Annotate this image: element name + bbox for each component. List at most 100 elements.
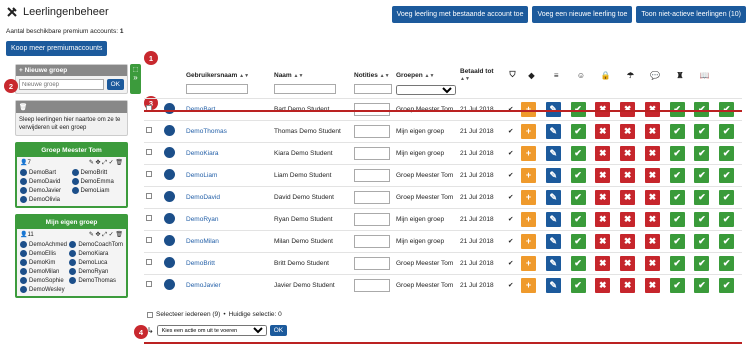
remove-button[interactable]: ✖ (620, 145, 636, 161)
add-button[interactable]: + (521, 101, 537, 117)
edit-button[interactable]: ✎ (545, 189, 561, 205)
remove-button[interactable]: ✖ (644, 277, 660, 293)
row-checkbox[interactable] (146, 171, 152, 177)
check-button[interactable]: ✔ (694, 145, 710, 161)
sidebar-toggle[interactable]: ⬚» (130, 64, 141, 94)
group-member[interactable]: DemoBart (20, 169, 72, 176)
check-button[interactable]: ✔ (669, 277, 685, 293)
group-member[interactable]: DemoJavier (20, 187, 72, 194)
remove-button[interactable]: ✖ (644, 145, 660, 161)
group-member[interactable]: DemoBritt (71, 169, 124, 176)
group-member[interactable]: DemoDavid (20, 178, 72, 185)
remove-button[interactable]: ✖ (620, 277, 636, 293)
check-button[interactable]: ✔ (719, 211, 735, 227)
remove-button[interactable]: ✖ (595, 233, 611, 249)
notes-input[interactable] (354, 102, 390, 116)
group-member[interactable]: DemoEmma (71, 178, 124, 185)
row-checkbox[interactable] (146, 215, 152, 221)
username-link[interactable]: DemoKiara (186, 150, 219, 157)
remove-drop-zone[interactable]: 🗑 Sleep leerlingen hier naartoe om ze te… (15, 100, 128, 136)
group-member[interactable]: DemoLiam (71, 187, 124, 194)
group-member[interactable]: DemoRyan (69, 268, 123, 275)
remove-button[interactable]: ✖ (644, 189, 660, 205)
username-link[interactable]: DemoRyan (186, 216, 219, 223)
check-button[interactable]: ✔ (669, 101, 685, 117)
check-button[interactable]: ✔ (719, 167, 735, 183)
add-button[interactable]: + (521, 277, 537, 293)
name-filter[interactable] (274, 84, 336, 94)
edit-button[interactable]: ✎ (545, 211, 561, 227)
group-member[interactable]: DemoKiara (69, 250, 123, 257)
col-notes[interactable]: Notities ▲▼ (352, 68, 394, 82)
notes-input[interactable] (354, 168, 390, 182)
check-button[interactable]: ✔ (669, 233, 685, 249)
username-filter[interactable] (186, 84, 248, 94)
check-button[interactable]: ✔ (570, 167, 586, 183)
edit-button[interactable]: ✎ (545, 167, 561, 183)
group-member[interactable]: DemoSophie (20, 277, 69, 284)
remove-button[interactable]: ✖ (620, 101, 636, 117)
remove-button[interactable]: ✖ (620, 255, 636, 271)
add-button[interactable]: + (521, 233, 537, 249)
notes-filter[interactable] (354, 84, 392, 94)
notes-input[interactable] (354, 256, 390, 270)
group-member[interactable]: DemoKim (20, 259, 69, 266)
edit-button[interactable]: ✎ (545, 255, 561, 271)
username-link[interactable]: DemoJavier (186, 282, 221, 289)
group-member[interactable]: DemoThomas (69, 277, 123, 284)
remove-button[interactable]: ✖ (595, 277, 611, 293)
check-button[interactable]: ✔ (694, 189, 710, 205)
check-button[interactable]: ✔ (669, 189, 685, 205)
row-checkbox[interactable] (146, 193, 152, 199)
check-button[interactable]: ✔ (694, 255, 710, 271)
remove-button[interactable]: ✖ (595, 145, 611, 161)
check-button[interactable]: ✔ (694, 277, 710, 293)
group-panel[interactable]: Mijn eigen groep 👤11 ✎ ✥ ⤢ ✓ 🗑 DemoAchmed… (15, 214, 128, 298)
remove-button[interactable]: ✖ (620, 233, 636, 249)
username-link[interactable]: DemoBritt (186, 260, 215, 267)
remove-button[interactable]: ✖ (595, 167, 611, 183)
check-button[interactable]: ✔ (669, 211, 685, 227)
edit-button[interactable]: ✎ (545, 123, 561, 139)
group-member[interactable]: DemoAchmed (20, 241, 69, 248)
group-panel[interactable]: Groep Meester Tom 👤7 ✎ ✥ ⤢ ✓ 🗑 DemoBart De… (15, 142, 128, 208)
notes-input[interactable] (354, 190, 390, 204)
group-member[interactable]: DemoWesley (20, 286, 69, 293)
row-checkbox[interactable] (146, 259, 152, 265)
check-button[interactable]: ✔ (694, 167, 710, 183)
check-button[interactable]: ✔ (694, 101, 710, 117)
check-button[interactable]: ✔ (719, 145, 735, 161)
check-button[interactable]: ✔ (669, 123, 685, 139)
row-checkbox[interactable] (146, 237, 152, 243)
remove-button[interactable]: ✖ (620, 189, 636, 205)
remove-button[interactable]: ✖ (644, 211, 660, 227)
select-all-checkbox[interactable] (147, 311, 153, 318)
check-button[interactable]: ✔ (694, 211, 710, 227)
check-button[interactable]: ✔ (694, 233, 710, 249)
col-groups[interactable]: Groepen ▲▼ (394, 68, 458, 82)
col-paid[interactable]: Betaald tot ▲▼ (458, 68, 506, 82)
add-button[interactable]: + (521, 145, 537, 161)
check-button[interactable]: ✔ (694, 123, 710, 139)
row-checkbox[interactable] (146, 149, 152, 155)
check-button[interactable]: ✔ (719, 101, 735, 117)
new-group-ok-button[interactable]: OK (106, 79, 124, 90)
check-button[interactable]: ✔ (719, 277, 735, 293)
col-username[interactable]: Gebruikersnaam ▲▼ (184, 68, 272, 82)
remove-button[interactable]: ✖ (595, 189, 611, 205)
add-button[interactable]: + (521, 123, 537, 139)
show-inactive-button[interactable]: Toon niet-actieve leerlingen (10) (636, 6, 746, 23)
add-button[interactable]: + (521, 255, 537, 271)
check-button[interactable]: ✔ (570, 211, 586, 227)
remove-button[interactable]: ✖ (595, 255, 611, 271)
add-button[interactable]: + (521, 211, 537, 227)
remove-button[interactable]: ✖ (595, 211, 611, 227)
edit-button[interactable]: ✎ (545, 101, 561, 117)
remove-button[interactable]: ✖ (620, 211, 636, 227)
group-member[interactable]: DemoCoachTom (69, 241, 123, 248)
action-select[interactable]: Kies een actie om uit te voeren (156, 325, 267, 336)
check-button[interactable]: ✔ (669, 167, 685, 183)
group-member[interactable]: DemoMilan (20, 268, 69, 275)
check-button[interactable]: ✔ (570, 277, 586, 293)
remove-button[interactable]: ✖ (595, 123, 611, 139)
